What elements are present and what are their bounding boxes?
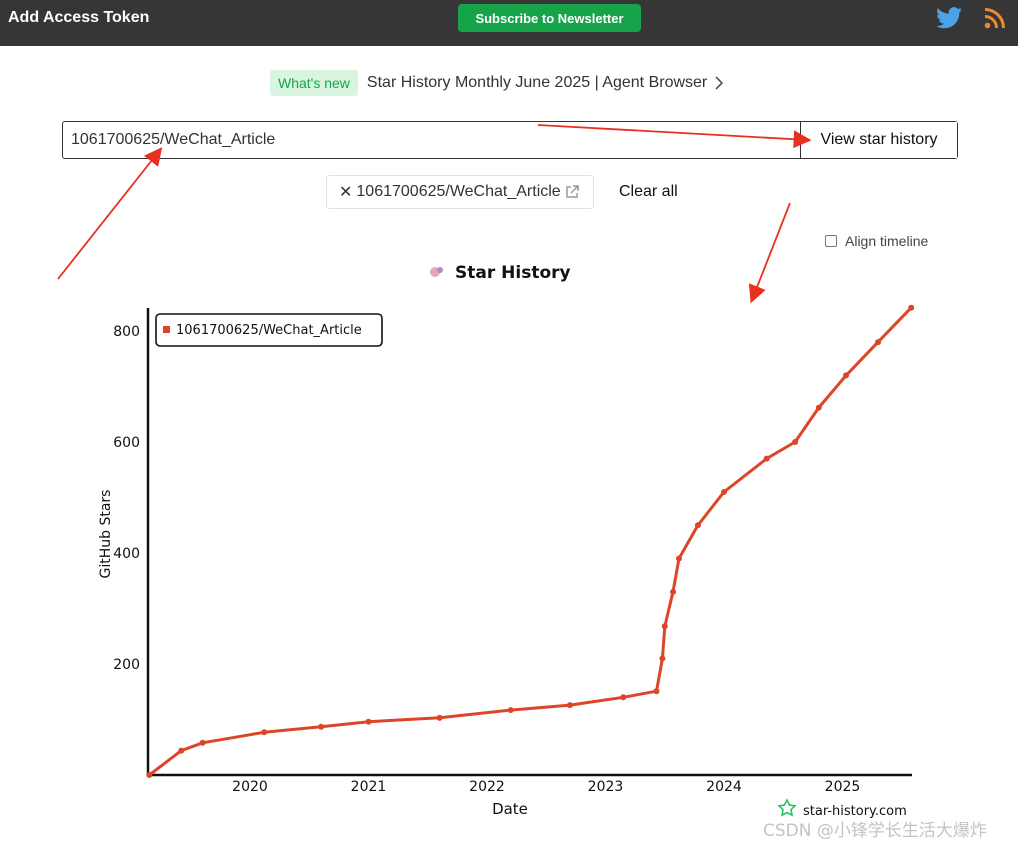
data-point (653, 688, 660, 695)
subscribe-newsletter-button[interactable]: Subscribe to Newsletter (458, 4, 641, 32)
y-axis-label: GitHub Stars (98, 490, 114, 579)
data-point (507, 707, 514, 714)
y-tick-label: 200 (113, 657, 140, 673)
data-point (843, 372, 850, 379)
data-point (620, 694, 627, 701)
repo-chip-label: 1061700625/WeChat_Article (356, 183, 561, 200)
data-point (792, 439, 799, 445)
data-point (670, 588, 677, 595)
external-link-icon[interactable] (565, 185, 579, 199)
chart-title: Star History (430, 263, 571, 283)
star-history-logo-icon (430, 267, 443, 277)
data-point (199, 739, 206, 746)
view-star-history-button[interactable]: View star history (800, 122, 957, 158)
x-axis-label: Date (492, 800, 528, 818)
data-point (436, 714, 443, 721)
announcement-link[interactable]: Star History Monthly June 2025 | Agent B… (367, 74, 707, 92)
star-history-chart: Star History 200 400 600 800 2020 2021 2022 20… (98, 263, 915, 819)
align-timeline-label: Align timeline (845, 233, 929, 249)
x-tick-label: 2025 (825, 779, 861, 795)
series-line (147, 306, 913, 777)
x-tick-label: 2021 (351, 779, 387, 795)
repo-search-input[interactable] (63, 122, 800, 158)
add-access-token-link[interactable]: Add Access Token (8, 9, 149, 27)
data-point (261, 729, 268, 736)
y-tick-label: 600 (113, 435, 140, 451)
x-tick-label: 2022 (469, 779, 505, 795)
y-tick-label: 800 (113, 324, 140, 340)
data-point (566, 702, 573, 709)
data-point (661, 623, 668, 630)
data-point (675, 555, 682, 562)
align-timeline-checkbox[interactable] (825, 235, 837, 247)
repo-search-bar: View star history (62, 121, 958, 159)
announcement-banner[interactable]: What's new Star History Monthly June 202… (270, 69, 724, 97)
legend-label: 1061700625/WeChat_Article (176, 323, 362, 338)
top-navbar: Add Access Token Subscribe to Newsletter (0, 0, 1018, 46)
data-point (875, 339, 882, 346)
data-point (318, 723, 325, 730)
chart-title-text: Star History (455, 263, 571, 283)
chevron-right-icon (715, 76, 724, 90)
star-history-logo-icon (777, 798, 797, 817)
data-point (694, 522, 701, 529)
clear-all-button[interactable]: Clear all (619, 183, 678, 201)
data-point (659, 655, 666, 662)
data-point (815, 404, 822, 411)
data-point (763, 455, 770, 462)
csdn-watermark: CSDN @小锋学长生活大爆炸 (763, 821, 987, 841)
data-point (365, 718, 372, 725)
twitter-icon[interactable] (936, 7, 962, 29)
data-point (178, 747, 185, 754)
legend-swatch (163, 326, 170, 333)
data-point (721, 488, 727, 495)
chart-legend: 1061700625/WeChat_Article (155, 313, 383, 347)
y-tick-label: 400 (113, 546, 140, 562)
remove-repo-icon[interactable]: ✕ (339, 182, 352, 202)
x-tick-label: 2024 (706, 779, 742, 795)
align-timeline-toggle[interactable]: Align timeline (825, 233, 928, 249)
repo-chip: ✕ 1061700625/WeChat_Article (326, 175, 594, 209)
x-tick-label: 2023 (588, 779, 624, 795)
rss-icon[interactable] (984, 7, 1006, 29)
data-point (146, 772, 153, 778)
data-point (908, 304, 915, 311)
x-tick-label: 2020 (232, 779, 268, 795)
whats-new-badge: What's new (270, 70, 358, 96)
